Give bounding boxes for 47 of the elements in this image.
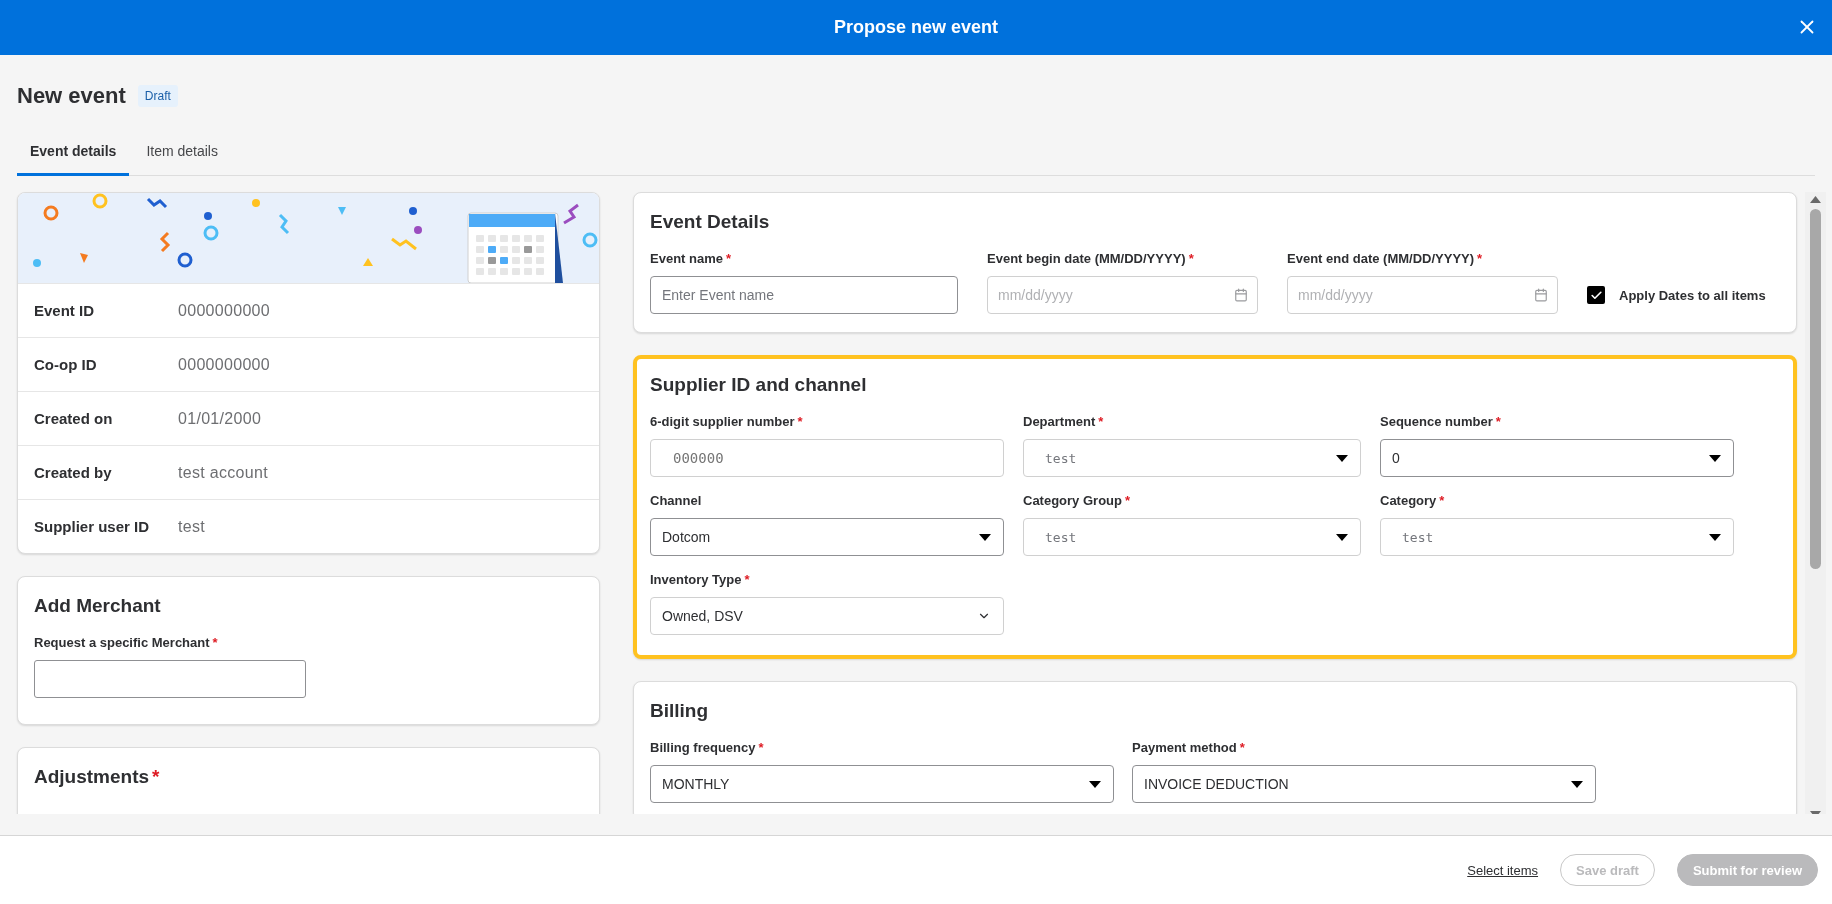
field-label: Event end date (MM/DD/YYYY) * — [1287, 251, 1484, 266]
info-label: Supplier user ID — [34, 518, 151, 535]
field-label: Inventory Type * — [650, 572, 751, 587]
info-label: Event ID — [34, 302, 95, 319]
info-label: Co-op ID — [34, 356, 98, 373]
info-value: 0000000000 — [178, 301, 270, 320]
status-badge: Draft — [137, 85, 178, 107]
date-input[interactable]: mm/dd/yyyy — [1287, 276, 1558, 314]
info-value: 01/01/2000 — [178, 409, 262, 428]
select-dropdown[interactable]: MONTHLY — [650, 765, 1114, 803]
info-value: test account — [178, 463, 268, 482]
text-input[interactable]: 000000 — [650, 439, 1004, 477]
card-title: Add Merchant — [34, 595, 162, 617]
select-items-link[interactable]: Select items — [1467, 862, 1539, 878]
select-dropdown[interactable]: Dotcom — [650, 518, 1004, 556]
field-label: Department * — [1023, 414, 1105, 429]
tab[interactable]: Item details — [133, 131, 231, 176]
field-label: Category Group * — [1023, 493, 1132, 508]
field-label: Event begin date (MM/DD/YYYY) * — [987, 251, 1195, 266]
select-dropdown[interactable]: test — [1023, 439, 1361, 477]
checkbox-label: Apply Dates to all items — [1619, 287, 1766, 303]
field-label: Billing frequency * — [650, 740, 765, 755]
select-dropdown[interactable]: 0 — [1380, 439, 1734, 477]
info-label: Created on — [34, 410, 114, 427]
text-input[interactable]: Enter Event name — [650, 276, 958, 314]
info-value: 0000000000 — [178, 355, 270, 374]
page-title: New event — [17, 83, 126, 109]
field-label: Category * — [1380, 493, 1446, 508]
field-label: 6-digit supplier number * — [650, 414, 804, 429]
card-title: Billing — [650, 700, 710, 722]
field-label: Payment method * — [1132, 740, 1246, 755]
select-dropdown[interactable]: Owned, DSV — [650, 597, 1004, 635]
field-label: Channel — [650, 493, 703, 508]
field-label: Sequence number * — [1380, 414, 1502, 429]
select-dropdown[interactable]: INVOICE DEDUCTION — [1132, 765, 1596, 803]
info-value: test — [178, 517, 205, 536]
info-label: Created by — [34, 464, 113, 481]
date-input[interactable]: mm/dd/yyyy — [987, 276, 1258, 314]
field-label: Request a specific Merchant * — [34, 635, 219, 650]
card-title: Supplier ID and channel — [650, 374, 868, 396]
tab[interactable]: Event details — [17, 131, 130, 176]
select-dropdown[interactable]: test — [1023, 518, 1361, 556]
card-title: Adjustments* — [34, 766, 161, 788]
modal-title: Propose new event — [833, 17, 999, 38]
select-dropdown[interactable]: test — [1380, 518, 1734, 556]
card-title: Event Details — [650, 211, 771, 233]
field-label: Event name * — [650, 251, 733, 266]
